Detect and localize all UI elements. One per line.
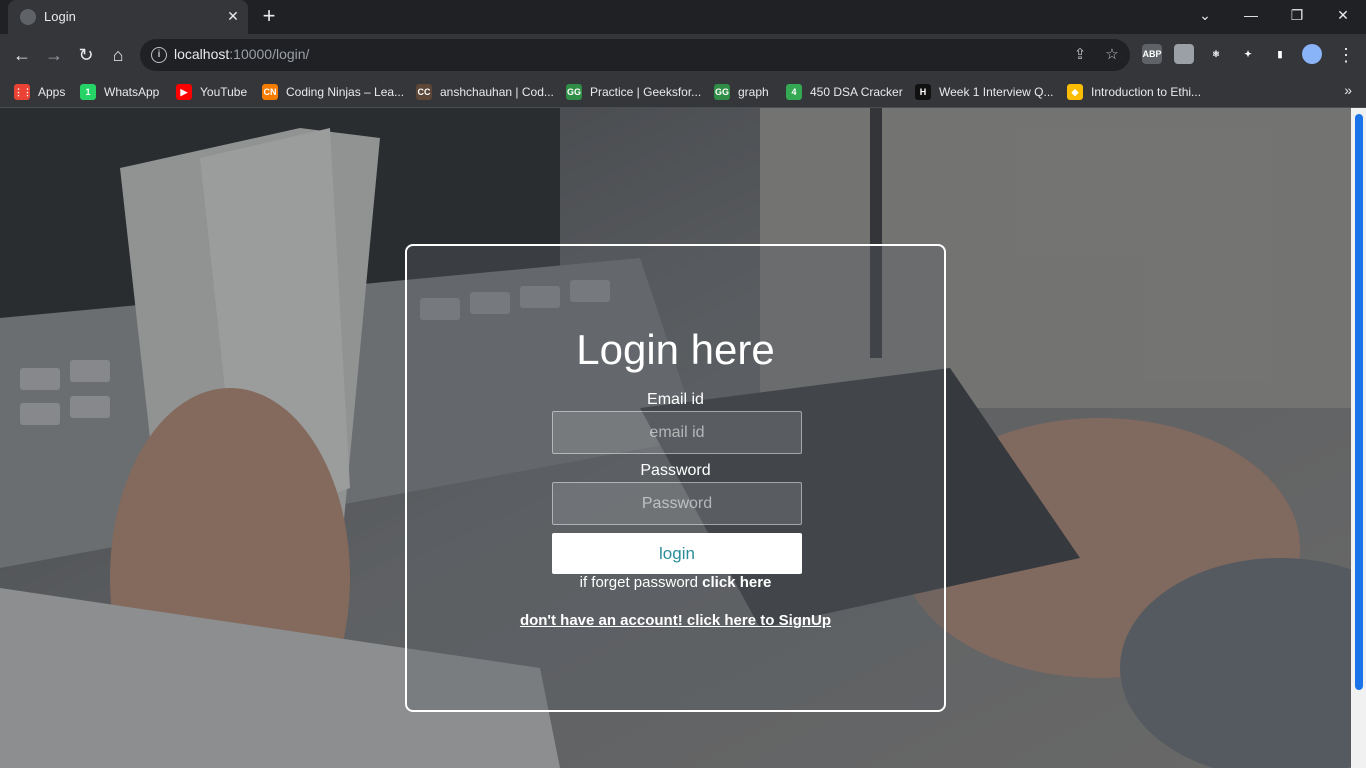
address-bar[interactable]: i localhost:10000/login/ ⇪ ☆ <box>140 39 1130 71</box>
dsa-cracker-icon: 4 <box>786 84 802 100</box>
bookmark-label: Apps <box>38 85 66 99</box>
browser-tab[interactable]: Login ✕ <box>8 0 248 34</box>
url-path: :10000/login/ <box>229 46 310 62</box>
bookmark-item[interactable]: ◆ Introduction to Ethi... <box>1067 82 1201 102</box>
bookmark-item[interactable]: ▶ YouTube <box>176 82 247 102</box>
bookmark-label: Week 1 Interview Q... <box>939 85 1054 99</box>
bookmark-item[interactable]: 4 450 DSA Cracker <box>786 82 903 102</box>
back-button[interactable]: ← <box>8 41 36 69</box>
forget-password-line: if forget password click here <box>407 574 944 591</box>
restore-button[interactable]: ❐ <box>1274 0 1320 32</box>
signup-link[interactable]: don't have an account! click here to Sig… <box>407 612 944 629</box>
url-text[interactable]: localhost:10000/login/ <box>174 46 309 62</box>
bookmark-item[interactable]: H Week 1 Interview Q... <box>915 82 1054 102</box>
geeksforgeeks-icon: GG <box>714 84 730 100</box>
bookmark-item[interactable]: 1 WhatsApp <box>80 82 159 102</box>
login-card: Login here Email id Password login if fo… <box>405 244 946 712</box>
codechef-icon: CC <box>416 84 432 100</box>
reload-button[interactable]: ↻ <box>72 41 100 69</box>
close-tab-icon[interactable]: ✕ <box>222 5 244 27</box>
forget-password-text: if forget password <box>579 574 703 591</box>
tab-title: Login <box>44 9 76 24</box>
login-button[interactable]: login <box>552 533 802 574</box>
globe-icon <box>20 9 36 25</box>
url-host: localhost <box>174 46 230 62</box>
bookmark-item[interactable]: GG Practice | Geeksfor... <box>566 82 701 102</box>
bookmark-label: Coding Ninjas – Lea... <box>286 85 405 99</box>
tab-strip: Login ✕ + ⌄ — ❐ ✕ <box>0 0 1366 34</box>
bookmark-label: Introduction to Ethi... <box>1091 85 1202 99</box>
forward-button[interactable]: → <box>40 41 68 69</box>
page-viewport: Login here Email id Password login if fo… <box>0 108 1366 768</box>
coding-ninjas-icon: CN <box>262 84 278 100</box>
adblock-icon[interactable]: ABP <box>1142 44 1162 64</box>
bookmarks-bar: ⋮⋮ Apps 1 WhatsApp ▶ YouTube CN Coding Ninjas –… <box>0 76 1366 108</box>
geeksforgeeks-icon: GG <box>566 84 582 100</box>
home-button[interactable]: ⌂ <box>104 41 132 69</box>
scrollbar-thumb[interactable] <box>1355 114 1363 690</box>
youtube-icon: ▶ <box>176 84 192 100</box>
tab-search-icon[interactable]: ⌄ <box>1182 0 1228 32</box>
bookmark-label: graph <box>738 85 769 99</box>
bookmark-label: Practice | Geeksfor... <box>590 85 702 99</box>
share-icon[interactable]: ⇪ <box>1070 45 1090 65</box>
new-tab-button[interactable]: + <box>257 5 281 29</box>
email-input[interactable] <box>552 411 802 454</box>
bookmark-label: YouTube <box>200 85 248 99</box>
touch-extension-icon[interactable] <box>1174 44 1194 64</box>
react-devtools-icon[interactable]: ⚛ <box>1206 44 1226 64</box>
hackerrank-icon: H <box>915 84 931 100</box>
password-input[interactable] <box>552 482 802 525</box>
sidepanel-icon[interactable]: ▮ <box>1270 44 1290 64</box>
email-label: Email id <box>647 391 704 408</box>
password-label: Password <box>640 462 711 479</box>
bookmark-item[interactable]: CN Coding Ninjas – Lea... <box>262 82 404 102</box>
bookmarks-overflow-icon[interactable]: » <box>1344 82 1352 98</box>
bookmark-item[interactable]: CC anshchauhan | Cod... <box>416 82 554 102</box>
minimize-button[interactable]: — <box>1228 0 1274 32</box>
extensions-puzzle-icon[interactable]: ✦ <box>1238 44 1258 64</box>
bookmark-label: 450 DSA Cracker <box>810 85 903 99</box>
browser-toolbar: ← → ↻ ⌂ i localhost:10000/login/ ⇪ ☆ ABP… <box>0 34 1366 76</box>
bookmark-star-icon[interactable]: ☆ <box>1102 45 1122 65</box>
page-scrollbar[interactable] <box>1351 108 1366 768</box>
bookmark-label: WhatsApp <box>104 85 160 99</box>
colab-icon: ◆ <box>1067 84 1083 100</box>
bookmark-label: anshchauhan | Cod... <box>440 85 554 99</box>
forget-password-link[interactable]: click here <box>702 574 771 591</box>
profile-avatar-icon[interactable] <box>1302 44 1322 64</box>
browser-menu-icon[interactable]: ⋮ <box>1332 41 1360 69</box>
login-title: Login here <box>576 326 775 373</box>
site-info-icon[interactable]: i <box>151 47 167 63</box>
close-window-button[interactable]: ✕ <box>1320 0 1366 32</box>
whatsapp-icon: 1 <box>80 84 96 100</box>
bookmark-item[interactable]: GG graph <box>714 82 769 102</box>
apps-grid-icon: ⋮⋮ <box>14 84 32 100</box>
bookmark-item[interactable]: ⋮⋮ Apps <box>14 82 65 102</box>
